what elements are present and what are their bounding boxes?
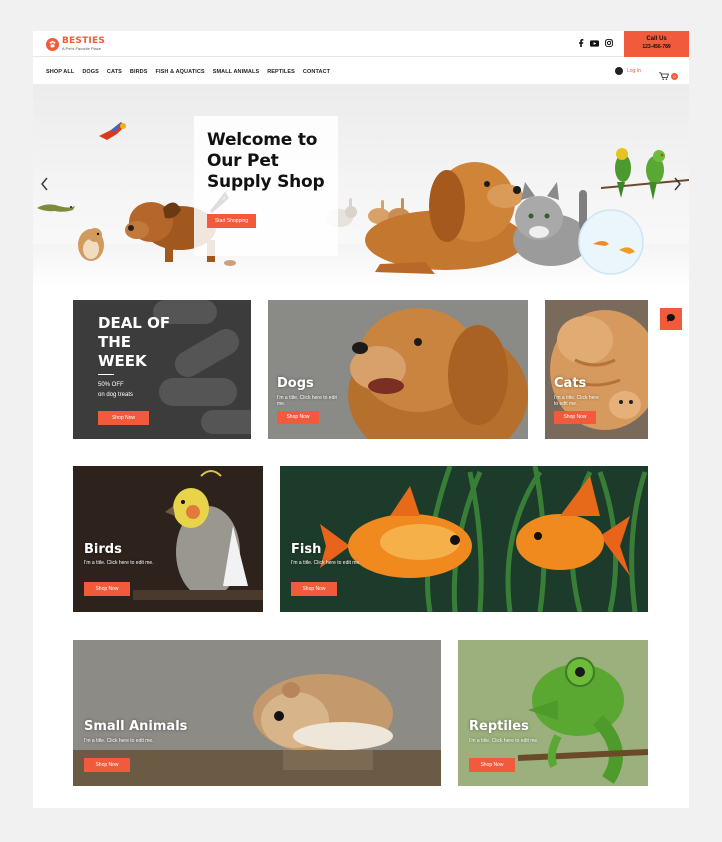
cats-subtitle: I'm a title. Click here to edit me. [554,395,599,407]
login-link[interactable]: Log In [615,67,641,75]
reptiles-tile[interactable]: Reptiles I'm a title. Click here to edit… [458,640,648,786]
nav-cats[interactable]: CATS [107,69,122,75]
small-animals-tile[interactable]: Small Animals I'm a title. Click here to… [73,640,441,786]
brand-tagline: A Pet's Favorite Place [62,46,102,51]
top-header: BESTIES A Pet's Favorite Place Call Us 1… [33,31,689,57]
nav-birds[interactable]: BIRDS [130,69,148,75]
brand-name: BESTIES [62,36,106,46]
phone-number: 123-456-789 [642,44,671,50]
youtube-icon[interactable] [590,39,599,47]
nav-fish-aquatics[interactable]: FISH & AQUATICS [156,69,205,75]
hero-title: Welcome to Our Pet Supply Shop [207,130,325,192]
birds-subtitle: I'm a title. Click here to edit me. [84,560,154,566]
cart-button[interactable]: 0 [659,67,678,85]
hero-pets-image [37,122,689,275]
birds-title: Birds [84,542,122,557]
page: BESTIES A Pet's Favorite Place Call Us 1… [33,31,689,808]
small-animals-title: Small Animals [84,719,188,734]
login-label: Log In [627,68,641,74]
chevron-left-icon[interactable] [40,177,50,191]
chevron-right-icon[interactable] [672,177,682,191]
fish-tile[interactable]: Fish I'm a title. Click here to edit me.… [280,466,648,612]
dogs-shop-now-button[interactable]: Shop Now [277,411,319,424]
dogs-subtitle: I'm a title. Click here to edit me. [277,395,337,407]
deal-description: on dog treats [98,392,134,398]
user-icon [615,67,623,75]
chat-button[interactable] [660,308,682,330]
deal-title: DEAL OF THE WEEK [98,314,171,370]
instagram-icon[interactable] [605,39,613,47]
dogs-tile[interactable]: Dogs I'm a title. Click here to edit me.… [268,300,528,439]
small-animals-shop-now-button[interactable]: Shop Now [84,758,130,772]
cart-count-badge: 0 [671,72,678,80]
cats-tile[interactable]: Cats I'm a title. Click here to edit me.… [545,300,648,439]
deal-offer: 50% OFF on dog treats [98,380,168,400]
dogs-title: Dogs [277,376,314,391]
reptiles-subtitle: I'm a title. Click here to edit me. [469,738,539,744]
cart-icon [659,67,669,85]
nav-reptiles[interactable]: REPTILES [267,69,295,75]
fish-title: Fish [291,542,322,557]
deal-of-week-tile: DEAL OF THE WEEK 50% OFF on dog treats S… [73,300,251,439]
cats-shop-now-button[interactable]: Shop Now [554,411,596,424]
birds-shop-now-button[interactable]: Shop Now [84,582,130,596]
call-us-title: Call Us [646,36,667,42]
birds-tile[interactable]: Birds I'm a title. Click here to edit me… [73,466,263,612]
chat-icon [666,310,676,328]
paw-logo-icon [46,37,59,51]
call-us-box[interactable]: Call Us 123-456-789 [624,31,689,57]
deal-divider [98,374,114,375]
nav-small-animals[interactable]: SMALL ANIMALS [213,69,260,75]
facebook-icon[interactable] [578,39,584,47]
fish-shop-now-button[interactable]: Shop Now [291,582,337,596]
hero-banner: Welcome to Our Pet Supply Shop Start Sho… [33,84,689,288]
start-shopping-button[interactable]: Start Shopping [207,214,256,228]
reptiles-title: Reptiles [469,719,529,734]
deal-shop-now-button[interactable]: Shop Now [98,411,149,425]
main-nav: SHOP ALL DOGS CATS BIRDS FISH & AQUATICS… [33,58,689,84]
nav-contact[interactable]: CONTACT [303,69,330,75]
nav-dogs[interactable]: DOGS [82,69,99,75]
reptiles-shop-now-button[interactable]: Shop Now [469,758,515,772]
deal-discount: 50% OFF [98,382,124,388]
small-animals-subtitle: I'm a title. Click here to edit me. [84,738,154,744]
nav-shop-all[interactable]: SHOP ALL [46,69,74,75]
social-links [578,39,613,47]
logo[interactable]: BESTIES A Pet's Favorite Place [46,37,105,51]
cats-title: Cats [554,376,587,391]
fish-subtitle: I'm a title. Click here to edit me. [291,560,361,566]
